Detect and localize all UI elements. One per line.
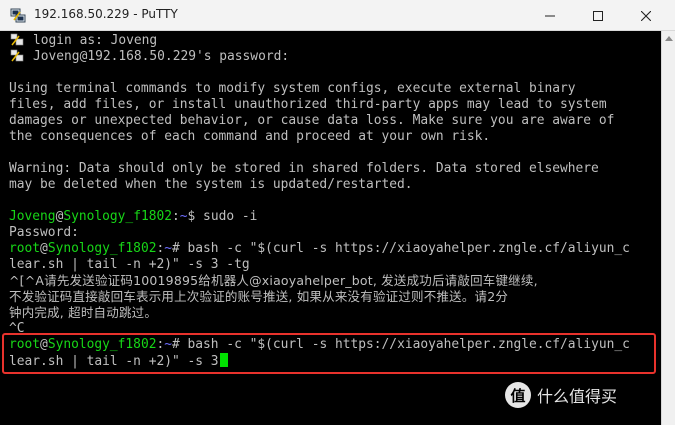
scroll-up-arrow-icon[interactable] bbox=[665, 35, 673, 41]
key-icon bbox=[10, 49, 24, 62]
prompt-user: root bbox=[9, 241, 41, 256]
window-title: 192.168.50.229 - PuTTY bbox=[34, 7, 178, 21]
command-continuation: lear.sh | tail -n +2)" -s 3 -tg bbox=[9, 257, 250, 272]
maximize-icon bbox=[593, 10, 603, 21]
minimize-icon bbox=[545, 15, 555, 16]
output-line: ^[^A请先发送验证码10019895给机器人@xiaoyahelper_bot… bbox=[9, 273, 538, 288]
command-text: sudo -i bbox=[195, 209, 258, 224]
vertical-scrollbar[interactable] bbox=[661, 31, 675, 425]
watermark: 值 什么值得买 bbox=[505, 382, 617, 408]
prompt-line-1: Joveng@Synology_f1802:~$ sudo -i bbox=[9, 209, 257, 225]
output-line: 钟内完成, 超时自动跳过。 bbox=[9, 305, 158, 320]
minimize-button[interactable] bbox=[527, 0, 573, 31]
watermark-logo-icon: 值 bbox=[505, 382, 531, 408]
output-line: 不发验证码直接敲回车表示用上次验证的账号推送, 如果从来没有验证过则不推送。请2… bbox=[9, 289, 509, 304]
prompt-sep: : bbox=[172, 209, 180, 224]
data-warning-line: Warning: Data should only be stored in s… bbox=[9, 161, 599, 176]
prompt-line-2: root@Synology_f1802:~# bash -c "$(curl -… bbox=[9, 241, 630, 257]
highlight-annotation bbox=[2, 333, 656, 374]
command-text: bash -c "$(curl -s https://xiaoyahelper.… bbox=[179, 241, 630, 256]
prompt-host: Synology_f1802 bbox=[47, 241, 157, 256]
prompt-path: ~ bbox=[164, 241, 172, 256]
putty-icon bbox=[10, 8, 26, 23]
data-warning-line: may be deleted when the system is update… bbox=[9, 177, 413, 192]
prompt-user: Joveng bbox=[9, 209, 56, 224]
prompt-path: ~ bbox=[179, 209, 188, 224]
password-line: Password: bbox=[9, 225, 79, 240]
watermark-text: 什么值得买 bbox=[537, 387, 618, 406]
password-prompt-line: Joveng@192.168.50.229's password: bbox=[33, 49, 290, 64]
prompt-symbol: # bbox=[172, 241, 180, 256]
key-icon bbox=[10, 33, 24, 46]
maximize-button[interactable] bbox=[575, 0, 621, 31]
prompt-at: @ bbox=[40, 241, 48, 256]
prompt-host: Synology_f1802 bbox=[63, 209, 172, 224]
login-line: login as: Joveng bbox=[33, 33, 158, 48]
close-icon bbox=[641, 10, 651, 21]
title-bar[interactable]: 192.168.50.229 - PuTTY bbox=[0, 0, 675, 31]
warning-line: Using terminal commands to modify system… bbox=[9, 81, 576, 96]
close-button[interactable] bbox=[623, 0, 669, 31]
warning-line: files, add files, or install unauthorize… bbox=[9, 97, 607, 112]
warning-line: the consequences of each command and pro… bbox=[9, 129, 491, 144]
warning-line: damages or unexpected behavior, or cause… bbox=[9, 113, 615, 128]
